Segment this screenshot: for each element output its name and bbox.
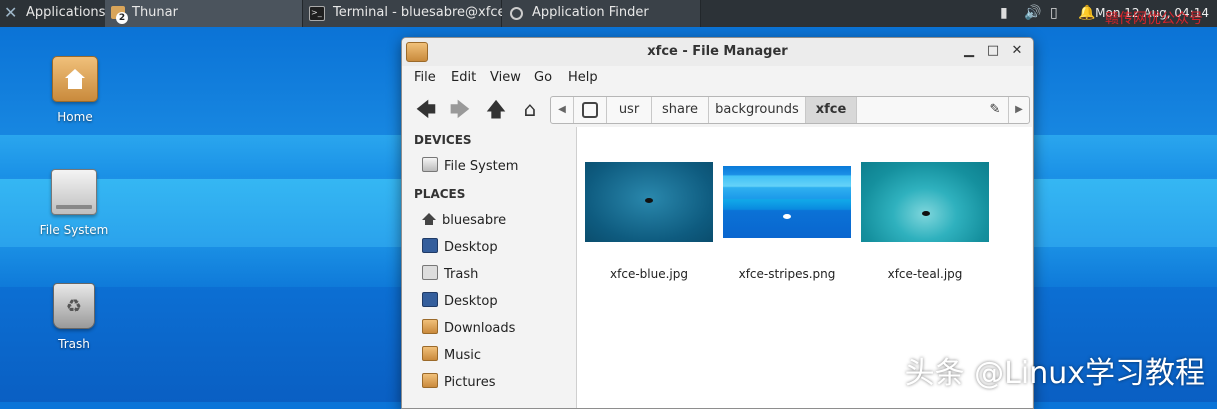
- side-pane: DEVICES File System PLACES bluesabre Des…: [404, 127, 577, 408]
- site-watermark: 赣传网优公众号: [1105, 11, 1203, 27]
- file-thumbnail-xfce-teal[interactable]: [861, 162, 989, 242]
- drive-icon: [582, 101, 598, 118]
- trash-icon: [53, 283, 95, 329]
- sidebar-item-label: Pictures: [444, 375, 496, 390]
- devices-header: DEVICES: [414, 133, 472, 147]
- applications-menu-button[interactable]: ✕ Applications: [0, 0, 105, 27]
- window-count-badge: 2: [116, 12, 128, 24]
- battery-icon[interactable]: ▯: [1050, 0, 1058, 27]
- file-name-label[interactable]: xfce-blue.jpg: [585, 267, 713, 281]
- network-signal-icon[interactable]: ▮: [1000, 0, 1008, 27]
- sidebar-item-label: Downloads: [444, 321, 516, 336]
- file-name-label[interactable]: xfce-teal.jpg: [861, 267, 989, 281]
- terminal-icon: [309, 0, 325, 26]
- sidebar-item-pictures[interactable]: Pictures: [422, 372, 495, 394]
- desktop-icon-home[interactable]: Home: [25, 56, 125, 124]
- close-button[interactable]: ✕: [1009, 43, 1025, 59]
- music-folder-icon: [422, 346, 438, 361]
- path-root-button[interactable]: [574, 97, 607, 123]
- watermark-text: 头条 @Linux学习教程: [904, 356, 1205, 391]
- sidebar-item-label: Desktop: [444, 240, 498, 255]
- file-thumbnail-xfce-blue[interactable]: [585, 162, 713, 242]
- home-icon[interactable]: ⌂: [519, 99, 541, 119]
- path-segment-backgrounds[interactable]: backgrounds: [709, 97, 806, 123]
- home-folder-icon: [52, 56, 98, 102]
- task-application-finder[interactable]: Application Finder: [502, 0, 701, 27]
- downloads-folder-icon: [422, 319, 438, 334]
- path-segment-share[interactable]: share: [652, 97, 709, 123]
- volume-icon[interactable]: 🔊: [1024, 0, 1041, 27]
- menu-bar: File Edit View Go Help: [402, 66, 1033, 90]
- file-name-label[interactable]: xfce-stripes.png: [723, 267, 851, 281]
- menu-help[interactable]: Help: [568, 70, 598, 85]
- sidebar-item-label: File System: [444, 159, 519, 174]
- minimize-button[interactable]: ▁: [961, 43, 977, 59]
- window-titlebar[interactable]: xfce - File Manager ▁ □ ✕: [402, 38, 1033, 66]
- drive-icon: [51, 169, 97, 215]
- sidebar-item-bluesabre[interactable]: bluesabre: [422, 210, 506, 232]
- desktop-icon-file-system[interactable]: File System: [24, 169, 124, 237]
- path-scroll-left-button[interactable]: ◀: [551, 97, 574, 123]
- sidebar-item-downloads[interactable]: Downloads: [422, 318, 515, 340]
- mouse-logo-icon: [783, 214, 791, 219]
- back-arrow-icon[interactable]: 🡄: [415, 99, 437, 119]
- sidebar-item-desktop[interactable]: Desktop: [422, 237, 498, 259]
- menu-edit[interactable]: Edit: [451, 70, 476, 85]
- applications-label: Applications: [26, 5, 106, 20]
- desktop-icon: [422, 292, 438, 307]
- home-icon: [422, 213, 436, 226]
- places-header: PLACES: [414, 187, 466, 201]
- location-pathbar: ◀ usr share backgrounds xfce ✎ ▶: [550, 96, 1030, 124]
- edit-location-pencil-icon[interactable]: ✎: [983, 97, 1007, 123]
- xfce-logo-icon: ✕: [4, 3, 18, 22]
- maximize-button[interactable]: □: [985, 43, 1001, 59]
- file-thumbnail-xfce-stripes[interactable]: [723, 166, 851, 238]
- top-panel: ✕ Applications Thunar 2 Terminal - blues…: [0, 0, 1217, 27]
- task-label: Application Finder: [532, 5, 649, 20]
- drive-icon: [422, 157, 438, 172]
- toolbar: 🡄 🡆 🡅 ⌂ ◀ usr share backgrounds xfce ✎ ▶: [402, 91, 1033, 127]
- search-icon: [510, 7, 523, 20]
- notification-bell-icon[interactable]: 🔔: [1078, 0, 1095, 27]
- task-label: Thunar: [132, 5, 178, 20]
- task-thunar[interactable]: Thunar: [105, 0, 303, 27]
- sidebar-item-file-system[interactable]: File System: [422, 156, 518, 178]
- sidebar-item-music[interactable]: Music: [422, 345, 481, 367]
- task-terminal[interactable]: Terminal - bluesabre@xfce....: [303, 0, 522, 27]
- sidebar-item-label: bluesabre: [442, 213, 507, 228]
- desktop-icon-trash[interactable]: Trash: [24, 283, 124, 351]
- task-label: Terminal - bluesabre@xfce....: [333, 5, 522, 20]
- path-segment-xfce[interactable]: xfce: [806, 97, 857, 123]
- path-scroll-right-button[interactable]: ▶: [1008, 97, 1029, 123]
- trash-icon: [422, 265, 438, 280]
- sidebar-item-label: Trash: [444, 267, 479, 282]
- pictures-folder-icon: [422, 373, 438, 388]
- desktop-icon-label: Trash: [58, 337, 90, 351]
- path-segment-usr[interactable]: usr: [607, 97, 652, 123]
- desktop-icon-label: File System: [39, 223, 109, 237]
- desktop-icon: [422, 238, 438, 253]
- desktop-icon-label: Home: [57, 110, 93, 124]
- mouse-logo-icon: [645, 198, 653, 203]
- up-arrow-icon[interactable]: 🡅: [485, 99, 507, 119]
- sidebar-item-trash[interactable]: Trash: [422, 264, 478, 286]
- window-title: xfce - File Manager: [647, 44, 788, 59]
- mouse-logo-icon: [922, 211, 930, 216]
- sidebar-item-desktop-2[interactable]: Desktop: [422, 291, 498, 313]
- forward-arrow-icon[interactable]: 🡆: [449, 99, 471, 119]
- menu-go[interactable]: Go: [534, 70, 552, 85]
- menu-view[interactable]: View: [490, 70, 521, 85]
- sidebar-item-label: Desktop: [444, 294, 498, 309]
- menu-file[interactable]: File: [414, 70, 436, 85]
- sidebar-item-label: Music: [444, 348, 481, 363]
